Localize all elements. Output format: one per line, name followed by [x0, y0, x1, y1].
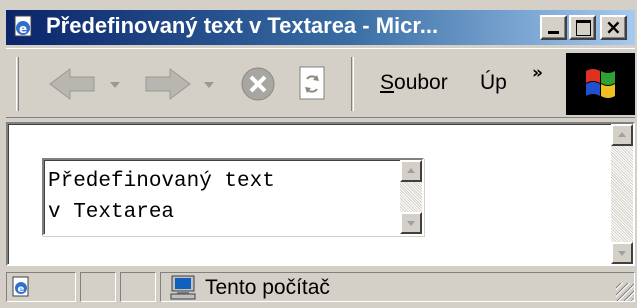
- page-vertical-scrollbar[interactable]: [611, 124, 633, 264]
- windows-logo-icon: [566, 53, 635, 115]
- back-dropdown-icon[interactable]: [106, 63, 124, 105]
- refresh-icon[interactable]: [292, 63, 332, 105]
- maximize-button[interactable]: [569, 15, 596, 40]
- back-arrow-icon[interactable]: [44, 63, 104, 105]
- page-scroll-up-button[interactable]: [611, 124, 633, 146]
- status-cell-security: [120, 272, 156, 302]
- toolbar-separator: [351, 57, 354, 111]
- arrow-down-icon: [407, 221, 415, 226]
- title-bar[interactable]: e Předefinovaný text v Textarea - Micr..…: [6, 10, 635, 45]
- browser-window: e Předefinovaný text v Textarea - Micr..…: [0, 0, 637, 308]
- forward-arrow-icon[interactable]: [136, 63, 196, 105]
- arrow-up-icon: [618, 132, 626, 137]
- status-zone-text: Tento počítač: [205, 276, 330, 299]
- page-content: Předefinovaný text v Textarea: [6, 122, 635, 266]
- svg-text:e: e: [18, 284, 25, 295]
- arrow-up-icon: [407, 168, 415, 173]
- stop-icon[interactable]: [238, 63, 278, 105]
- textarea-scrollbar[interactable]: [400, 160, 422, 234]
- page-scroll-down-button[interactable]: [611, 242, 633, 264]
- textarea-scroll-down-button[interactable]: [400, 212, 422, 234]
- toolbar-grip[interactable]: [16, 57, 19, 111]
- ie-page-icon: e: [12, 276, 29, 297]
- status-cell-page: e: [6, 272, 76, 302]
- close-button[interactable]: ×: [600, 15, 627, 40]
- ie-page-icon: e: [14, 15, 32, 37]
- resize-grip-icon[interactable]: [616, 283, 634, 301]
- textarea-value[interactable]: Předefinovaný text v Textarea: [48, 166, 388, 228]
- chevron-more-icon[interactable]: »: [532, 63, 543, 83]
- status-bar: e Tento počítač: [6, 270, 635, 304]
- arrow-down-icon: [618, 251, 626, 256]
- minimize-button[interactable]: [540, 15, 567, 40]
- status-cell-progress: [80, 272, 116, 302]
- textarea[interactable]: Předefinovaný text v Textarea: [42, 158, 424, 236]
- svg-text:e: e: [19, 22, 27, 36]
- menu-file[interactable]: Soubor: [380, 71, 448, 95]
- forward-dropdown-icon[interactable]: [200, 63, 218, 105]
- menu-edit[interactable]: Úp: [480, 71, 507, 95]
- my-computer-icon: [170, 275, 196, 300]
- close-icon: ×: [605, 15, 622, 39]
- status-cell-zone: Tento počítač: [160, 272, 635, 302]
- window-title: Předefinovaný text v Textarea - Micr...: [46, 13, 439, 38]
- toolbar: Soubor Úp »: [6, 48, 635, 118]
- textarea-scroll-up-button[interactable]: [400, 160, 422, 182]
